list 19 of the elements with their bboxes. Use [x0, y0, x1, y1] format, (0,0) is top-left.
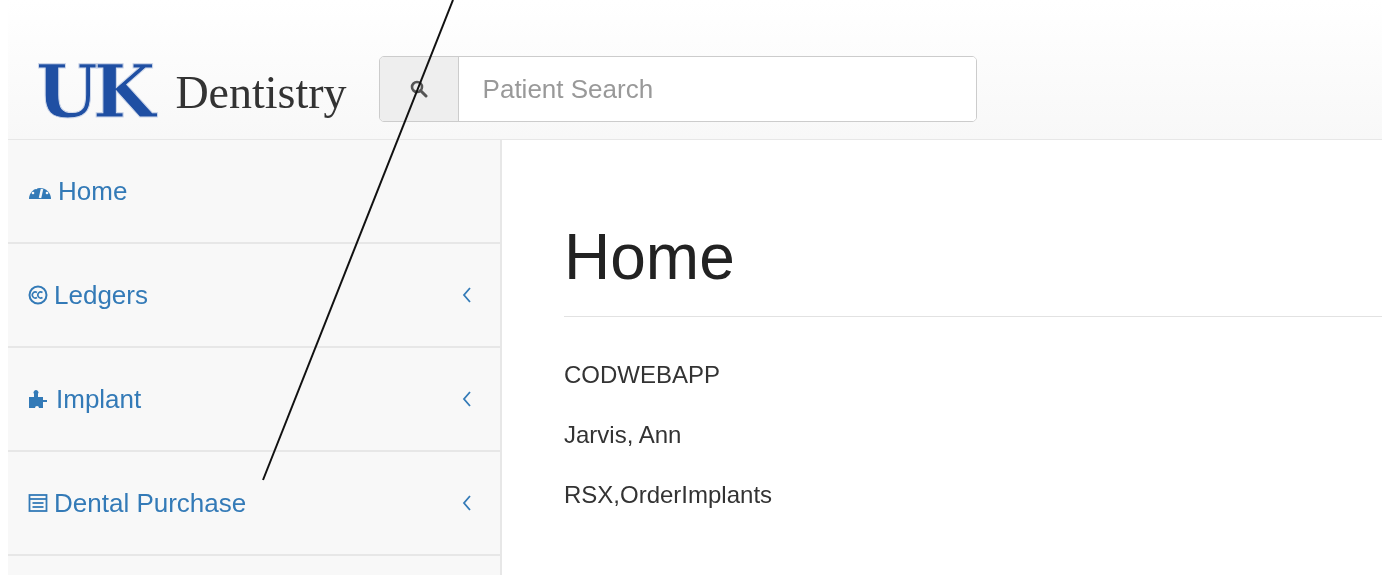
sidebar-label: Dental Purchase [54, 487, 247, 519]
logo-mark: UK [36, 56, 158, 128]
list-icon [28, 493, 48, 513]
info-line: CODWEBAPP [564, 361, 722, 388]
info-line: RSX,OrderImplants [564, 481, 774, 508]
brand-name: Dentistry [175, 65, 347, 119]
sidebar-label: Home [58, 175, 128, 207]
sidebar-item[interactable]: Implant [8, 348, 500, 452]
sidebar-label: Implant [56, 383, 142, 415]
search-field[interactable]: Patient Search [378, 56, 977, 122]
search-icon [409, 80, 428, 98]
sidebar-item[interactable]: Home [8, 140, 500, 244]
cc-icon [28, 285, 48, 305]
info-line: Jarvis, Ann [564, 421, 683, 448]
page-title: Home [564, 220, 736, 294]
puzzle-icon [28, 389, 50, 409]
sidebar-item[interactable]: Dental Purchase [8, 452, 500, 556]
sidebar-label: Ledgers [54, 279, 148, 311]
sidebar-item[interactable]: Ledgers [8, 244, 500, 348]
